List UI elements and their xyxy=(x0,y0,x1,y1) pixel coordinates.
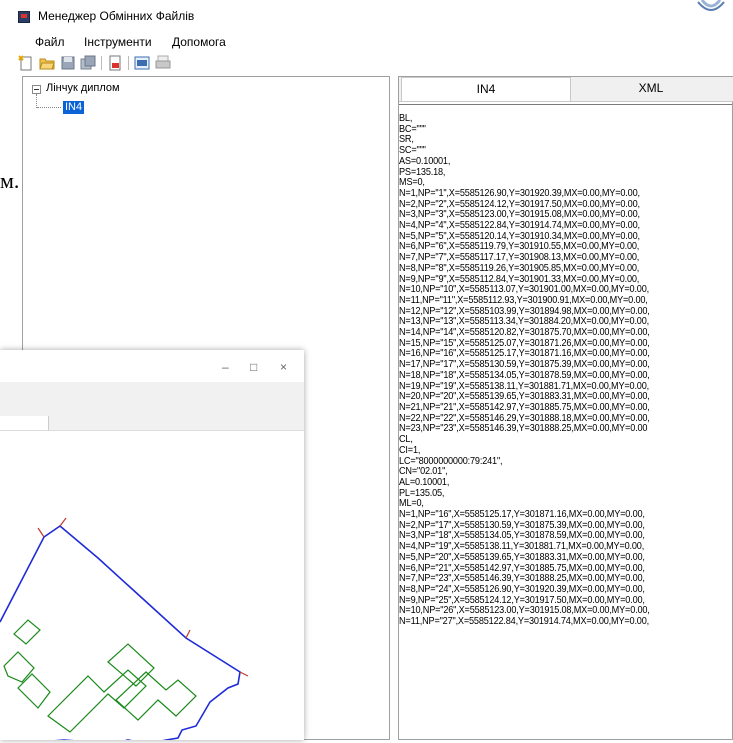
content-line: BC=""" xyxy=(399,123,426,135)
content-line: CL, xyxy=(399,434,413,446)
node-tick xyxy=(239,671,249,677)
window-title: Менеджер Обмінних Файлів xyxy=(38,9,195,23)
title-bar: Менеджер Обмінних Файлів xyxy=(0,0,733,28)
maximize-button[interactable]: □ xyxy=(250,360,257,374)
content-line: N=4,NP="4",X=5585122.84,Y=301914.74,MX=0… xyxy=(399,220,640,232)
content-line: N=18,NP="18",X=5585134.05,Y=301878.59,MX… xyxy=(399,369,650,381)
content-line: N=6,NP="6",X=5585119.79,Y=301910.55,MX=0… xyxy=(399,241,640,253)
content-line: N=7,NP="23",X=5585146.39,Y=301888.25,MX=… xyxy=(399,573,645,585)
content-line: N=21,NP="21",X=5585142.97,Y=301885.75,MX… xyxy=(399,401,650,413)
close-button[interactable]: × xyxy=(280,360,287,374)
content-line: N=13,NP="13",X=5585113.34,Y=301884.20,MX… xyxy=(399,316,650,328)
content-line: N=15,NP="15",X=5585125.07,Y=301871.26,MX… xyxy=(399,337,650,349)
building xyxy=(13,619,41,645)
parcel-map[interactable] xyxy=(0,430,304,743)
minimize-button[interactable]: – xyxy=(222,360,229,374)
menu-tools[interactable]: Інструменти xyxy=(84,35,152,49)
save-icon[interactable] xyxy=(60,55,76,71)
content-line: N=11,NP="11",X=5585112.93,Y=301900.91,MX… xyxy=(399,294,648,306)
content-line: N=2,NP="17",X=5585130.59,Y=301875.39,MX=… xyxy=(399,519,645,531)
toolbar-separator xyxy=(128,56,129,70)
content-line: N=11,NP="27",X=5585122.84,Y=301914.74,MX… xyxy=(399,616,650,628)
tree-root[interactable]: Лінчук диплом xyxy=(46,82,120,94)
content-line: N=23,NP="23",X=5585146.39,Y=301888.25,MX… xyxy=(399,423,648,435)
file-text-area[interactable]: BL, BC=""" SR, SC=""" AS=0.10001, PS=135… xyxy=(399,104,732,741)
content-line: N=12,NP="12",X=5585103.99,Y=301894.98,MX… xyxy=(399,305,650,317)
content-line: N=19,NP="19",X=5585138.11,Y=301881.71,MX… xyxy=(399,380,650,392)
new-icon[interactable] xyxy=(18,55,34,71)
content-line: CI=1, xyxy=(399,444,421,456)
content-line: N=9,NP="25",X=5585124.12,Y=301917.50,MX=… xyxy=(399,594,645,606)
content-line: N=5,NP="20",X=5585139.65,Y=301883.31,MX=… xyxy=(399,551,645,563)
content-line: PL=135.05, xyxy=(399,487,445,499)
content-line: N=5,NP="5",X=5585120.14,Y=301910.34,MX=0… xyxy=(399,230,640,242)
content-line: N=2,NP="2",X=5585124.12,Y=301917.50,MX=0… xyxy=(399,198,640,210)
content-line: N=14,NP="14",X=5585120.82,Y=301875.70,MX… xyxy=(399,327,650,339)
building xyxy=(107,643,155,687)
content-line: LC="8000000000:79:241", xyxy=(399,455,503,467)
content-line: N=8,NP="8",X=5585119.26,Y=301905.85,MX=0… xyxy=(399,262,640,274)
building xyxy=(3,651,35,683)
content-line: N=8,NP="24",X=5585126.90,Y=301920.39,MX=… xyxy=(399,583,645,595)
node-tick xyxy=(37,527,45,538)
open-icon[interactable] xyxy=(39,55,55,71)
content-line: N=10,NP="26",X=5585123.00,Y=301915.08,MX… xyxy=(399,605,650,617)
tree-item-in4[interactable]: IN4 xyxy=(63,101,85,114)
content-line: N=9,NP="9",X=5585112.84,Y=301901.33,MX=0… xyxy=(399,273,640,285)
node-tick xyxy=(59,517,67,527)
content-line: AL=0.10001, xyxy=(399,476,450,488)
content-line: N=17,NP="17",X=5585130.59,Y=301875.39,MX… xyxy=(399,359,650,371)
save-all-icon[interactable] xyxy=(80,55,96,71)
corner-deco-icon xyxy=(696,0,726,14)
file-content-pane: IN4 XML BL, BC=""" SR, SC=""" AS=0.10001… xyxy=(398,76,733,740)
content-line: N=20,NP="20",X=5585139.65,Y=301883.31,MX… xyxy=(399,391,650,403)
content-line: N=16,NP="16",X=5585125.17,Y=301871.16,MX… xyxy=(399,348,650,360)
building xyxy=(17,673,51,709)
view-xml-icon[interactable] xyxy=(134,55,150,71)
tab-strip: IN4 XML xyxy=(399,77,733,102)
content-line: CN="02.01", xyxy=(399,466,448,478)
collapse-icon[interactable] xyxy=(32,85,41,94)
menu-help[interactable]: Допомога xyxy=(172,35,226,49)
content-line: MS=0, xyxy=(399,177,425,189)
tree-connector xyxy=(36,94,37,108)
app-icon xyxy=(18,11,30,23)
parcel-boundary xyxy=(0,524,241,743)
tab-in4[interactable]: IN4 xyxy=(401,77,571,101)
viewer-titlebar: – □ × xyxy=(0,350,304,382)
map-viewer-window: – □ × xyxy=(0,350,304,743)
node-tick xyxy=(185,629,191,639)
content-line: N=7,NP="7",X=5585117.17,Y=301908.13,MX=0… xyxy=(399,252,640,264)
background-fragment-text: м. xyxy=(0,168,20,193)
tree-connector xyxy=(37,107,61,108)
print-icon[interactable] xyxy=(155,55,171,71)
content-line: N=10,NP="10",X=5585113.07,Y=301901.00,MX… xyxy=(399,284,650,296)
export-icon[interactable] xyxy=(107,55,123,71)
viewer-tab[interactable] xyxy=(0,416,49,430)
menu-file[interactable]: Файл xyxy=(35,35,65,49)
content-line: BL, xyxy=(399,113,413,124)
content-line: N=1,NP="1",X=5585126.90,Y=301920.39,MX=0… xyxy=(399,187,640,199)
content-line: N=6,NP="21",X=5585142.97,Y=301885.75,MX=… xyxy=(399,562,645,574)
toolbar xyxy=(0,52,733,76)
content-line: N=3,NP="18",X=5585134.05,Y=301878.59,MX=… xyxy=(399,530,645,542)
file-content: BL, BC=""" SR, SC=""" AS=0.10001, PS=135… xyxy=(399,113,650,628)
tab-xml[interactable]: XML xyxy=(571,77,731,101)
toolbar-separator xyxy=(101,56,102,70)
content-line: PS=135.18, xyxy=(399,166,446,178)
menu-bar: Файл Інструменти Допомога xyxy=(0,30,733,52)
content-line: N=3,NP="3",X=5585123.00,Y=301915.08,MX=0… xyxy=(399,209,640,221)
content-line: N=4,NP="19",X=5585138.11,Y=301881.71,MX=… xyxy=(399,541,645,553)
building xyxy=(47,669,147,733)
content-line: SC=""" xyxy=(399,145,426,157)
content-line: ML=0, xyxy=(399,498,424,510)
content-line: N=22,NP="22",X=5585146.29,Y=301888.18,MX… xyxy=(399,412,650,424)
content-line: AS=0.10001, xyxy=(399,155,451,167)
content-line: N=1,NP="16",X=5585125.17,Y=301871.16,MX=… xyxy=(399,509,645,521)
content-line: SR, xyxy=(399,134,414,146)
